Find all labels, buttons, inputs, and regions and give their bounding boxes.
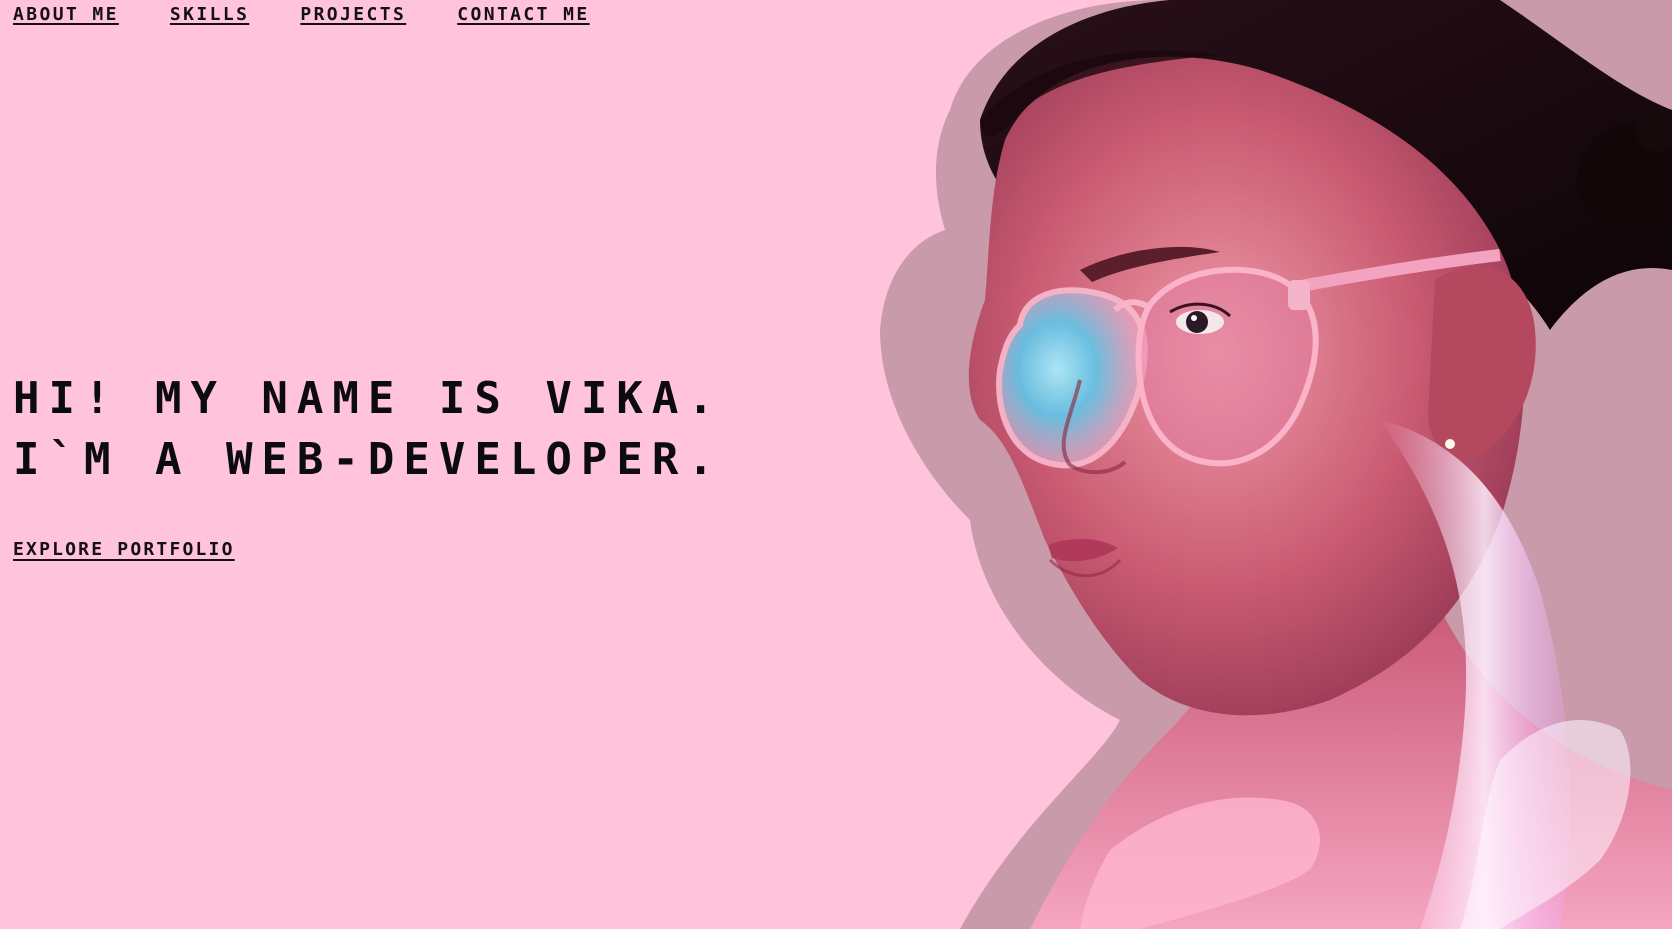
- hero-portrait-image: [860, 0, 1672, 929]
- nav-contact-me-link[interactable]: CONTACT ME: [457, 4, 589, 25]
- hero-headline-line-2: I`M A WEB-DEVELOPER.: [13, 434, 723, 485]
- hero-headline-line-1: HI! MY NAME IS VIKA.: [13, 373, 723, 424]
- explore-portfolio-link[interactable]: EXPLORE PORTFOLIO: [13, 539, 235, 560]
- portfolio-page: ABOUT ME SKILLS PROJECTS CONTACT ME HI! …: [0, 0, 1672, 929]
- nav-about-me-link[interactable]: ABOUT ME: [13, 4, 119, 25]
- nav-projects-link[interactable]: PROJECTS: [300, 4, 406, 25]
- top-navigation: ABOUT ME SKILLS PROJECTS CONTACT ME: [13, 4, 590, 25]
- hero-headline: HI! MY NAME IS VIKA. I`M A WEB-DEVELOPER…: [13, 368, 723, 490]
- nav-skills-link[interactable]: SKILLS: [170, 4, 249, 25]
